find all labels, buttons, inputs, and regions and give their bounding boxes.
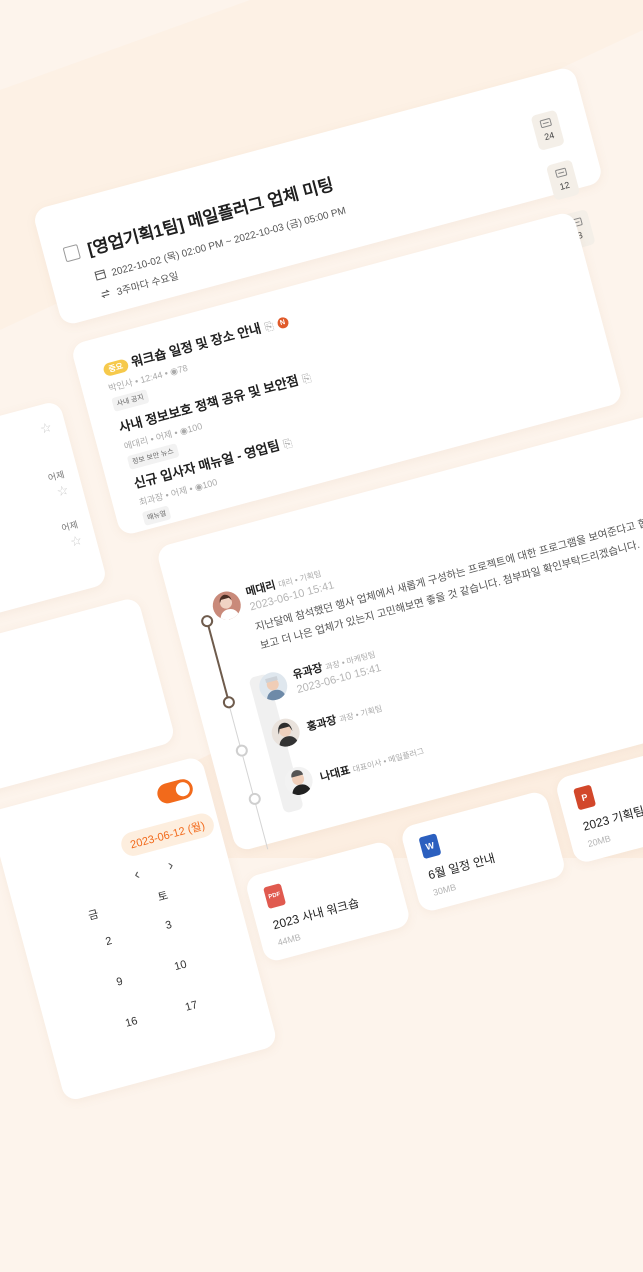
star-icon[interactable]: ☆ <box>50 482 70 502</box>
new-badge: N <box>275 316 290 330</box>
calendar-day[interactable]: 16 <box>124 1015 139 1030</box>
calendar-icon <box>94 268 108 284</box>
weekday-header: 금 <box>87 908 100 923</box>
list-item[interactable]: 어제 ☆ <box>46 467 70 501</box>
notice-time: 12:44 <box>139 369 164 386</box>
weekday-header: 토 <box>156 889 170 905</box>
list-item[interactable]: ☆ <box>38 417 54 437</box>
toggle-switch[interactable] <box>155 776 196 806</box>
notice-views: 100 <box>186 421 204 435</box>
star-icon[interactable]: ☆ <box>38 419 53 437</box>
file-size: 30MB <box>431 882 458 898</box>
selected-date[interactable]: 2023-06-12 (월) <box>118 810 217 859</box>
repeat-icon <box>99 287 113 303</box>
comment-author: 홍과장과장 • 기획팀 <box>305 699 384 734</box>
list-item[interactable]: 어제 ☆ <box>60 518 84 552</box>
chevron-right-icon[interactable]: › <box>166 857 175 875</box>
notice-author: 박인사 <box>107 377 134 394</box>
list-item-time: 어제 <box>60 519 79 534</box>
list-item-time: 어제 <box>46 469 66 484</box>
comment-icon <box>555 167 568 178</box>
thread-node <box>234 743 250 758</box>
author-role: 대표이사 • 메일플러그 <box>351 746 426 775</box>
thread-node <box>247 791 263 807</box>
rotated-dashboard: ☆ 어제 ☆ 어제 ☆ [영업기획1팀] 메일플러그 업체 미팅 2022-10-0… <box>0 0 643 1228</box>
calendar-day[interactable]: 2 <box>104 935 113 948</box>
notice-author: 최과장 <box>137 491 165 508</box>
notice-time: 어제 <box>154 429 174 443</box>
powerpoint-file-icon: P <box>573 784 597 811</box>
calendar-day[interactable]: 10 <box>173 958 188 973</box>
notice-views: 78 <box>176 362 189 376</box>
author-name: 나대표 <box>319 764 352 784</box>
thread-node <box>199 613 215 629</box>
notice-category: 사내 공지 <box>111 389 150 412</box>
chevron-left-icon[interactable]: ‹ <box>132 866 141 884</box>
attachment-icon: ⎘ <box>263 320 276 334</box>
calendar-day[interactable]: 3 <box>164 919 173 932</box>
file-size: 44MB <box>276 931 302 948</box>
pdf-file-icon: PDF <box>263 883 287 910</box>
avatar[interactable] <box>209 588 244 623</box>
attachment-icon: ⎘ <box>282 437 294 452</box>
file-card[interactable]: PDF 2023 사내 워크숍 44MB <box>243 839 412 964</box>
author-name: 홍과장 <box>305 714 339 734</box>
calendar-day[interactable]: 9 <box>115 976 124 989</box>
word-file-icon: W <box>418 833 442 860</box>
file-card[interactable]: W 6월 일정 안내 30MB <box>399 789 568 914</box>
thread-line <box>205 617 231 705</box>
calendar-day[interactable]: 17 <box>184 999 199 1014</box>
event-checkbox[interactable] <box>62 243 81 263</box>
attachment-icon: ⎘ <box>300 372 313 387</box>
file-size: 20MB <box>586 833 612 850</box>
star-icon[interactable]: ☆ <box>64 532 84 552</box>
notice-time: 어제 <box>169 485 189 500</box>
comment-icon <box>539 118 552 129</box>
notice-author: 에대리 <box>122 435 150 452</box>
important-badge: 중요 <box>102 358 130 378</box>
thread-node <box>221 694 237 710</box>
comment-count: 12 <box>558 179 571 192</box>
author-role: 과장 • 기획팀 <box>338 704 384 725</box>
comment-author: 나대표대표이사 • 메일플러그 <box>318 742 425 785</box>
notice-category: 매뉴얼 <box>141 505 172 526</box>
comment-count: 24 <box>543 129 556 143</box>
notice-views: 100 <box>201 477 219 491</box>
